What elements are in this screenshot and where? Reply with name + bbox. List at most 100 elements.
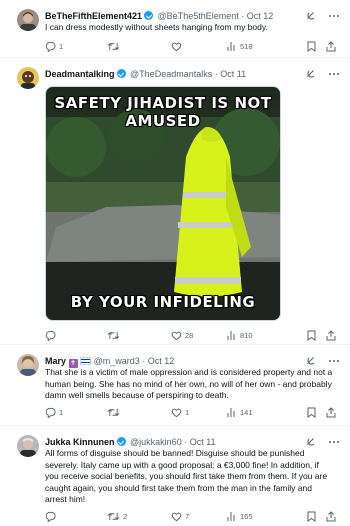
tweet-1[interactable]: BeTheFifthElement421 @BeThe5thElement · … <box>0 0 350 58</box>
like-button[interactable]: 7 <box>171 510 189 522</box>
like-count: 7 <box>185 511 190 521</box>
views-count: 518 <box>240 41 253 51</box>
separator: · <box>184 437 188 447</box>
retweet-icon <box>107 408 120 416</box>
verified-badge-icon <box>116 69 126 78</box>
like-button[interactable]: 28 <box>171 329 193 341</box>
tweet-actions: 28 810 <box>45 329 336 341</box>
share-icon[interactable] <box>326 406 336 418</box>
retweet-icon <box>107 42 120 50</box>
timestamp[interactable]: Oct 12 <box>247 11 274 21</box>
like-count: 1 <box>185 407 190 417</box>
user-handle[interactable]: @TheDeadmantalks <box>130 69 212 79</box>
share-icon[interactable] <box>326 510 336 522</box>
tweet-3[interactable]: Mary ✝ @m_ward3 · Oct 12 That she is a v… <box>0 345 350 426</box>
views-count: 141 <box>240 407 253 417</box>
avatar[interactable] <box>17 9 39 31</box>
like-icon <box>171 408 182 417</box>
reply-icon <box>45 330 56 341</box>
reply-button[interactable]: 1 <box>45 406 63 418</box>
share-icon[interactable] <box>326 329 336 341</box>
reply-icon <box>45 407 56 418</box>
verified-badge-icon <box>144 11 154 20</box>
retweet-icon <box>107 512 120 520</box>
separator: · <box>214 69 218 79</box>
views-button[interactable]: 810 <box>227 329 253 341</box>
tweet-4[interactable]: Jukka Kinnunen @jukkakin60 · Oct 11 All … <box>0 426 350 526</box>
tweet-text: I can dress modestly without sheets hang… <box>45 22 268 32</box>
retweet-button[interactable] <box>107 40 123 52</box>
more-icon[interactable] <box>328 69 340 79</box>
reply-count: 1 <box>59 41 64 51</box>
reply-button[interactable]: 1 <box>45 40 63 52</box>
like-button[interactable] <box>171 40 185 52</box>
tweet-header: Mary ✝ @m_ward3 · Oct 12 <box>45 354 340 368</box>
timestamp[interactable]: Oct 11 <box>190 437 216 447</box>
reply-button[interactable] <box>45 510 59 522</box>
display-name[interactable]: BeTheFifthElement421 <box>45 11 142 21</box>
retweet-button[interactable] <box>107 406 123 418</box>
tweet-text: That she is a victim of male oppression … <box>45 367 333 401</box>
tweet-header: Deadmantalking @TheDeadmantalks · Oct 11 <box>45 67 340 81</box>
display-name[interactable]: Deadmantalking <box>45 69 115 79</box>
retweet-icon <box>107 331 120 339</box>
like-count: 28 <box>185 330 194 340</box>
retweet-count: 2 <box>123 511 128 521</box>
views-icon <box>227 41 235 51</box>
tweet-actions: 1 518 <box>45 40 336 52</box>
display-name[interactable]: Jukka Kinnunen <box>45 437 115 447</box>
display-name[interactable]: Mary <box>45 356 66 366</box>
tweet-header: BeTheFifthElement421 @BeThe5thElement · … <box>45 9 340 23</box>
tweet-actions: 2 7 165 <box>45 510 336 522</box>
grok-icon[interactable] <box>306 437 316 447</box>
retweet-button[interactable] <box>107 329 123 341</box>
bookmark-icon[interactable] <box>307 511 316 522</box>
reply-button[interactable] <box>45 329 59 341</box>
tweet-image[interactable]: SAFETY JIHADIST IS NOT AMUSED BY YOUR IN… <box>45 86 281 321</box>
image-caption-top: SAFETY JIHADIST IS NOT AMUSED <box>46 94 280 130</box>
bookmark-icon[interactable] <box>307 330 316 341</box>
views-icon <box>227 407 235 417</box>
caption-line-2: AMUSED <box>125 112 201 130</box>
bookmark-icon[interactable] <box>307 407 316 418</box>
image-caption-bottom: BY YOUR INFIDELING <box>70 293 256 311</box>
like-icon <box>171 42 182 51</box>
grok-icon[interactable] <box>306 11 316 21</box>
timestamp[interactable]: Oct 11 <box>220 69 246 79</box>
tweet-text: All forms of disguise should be banned! … <box>45 448 328 505</box>
grok-icon[interactable] <box>306 356 316 366</box>
user-handle[interactable]: @BeThe5thElement <box>158 11 239 21</box>
views-button[interactable]: 165 <box>227 510 253 522</box>
share-icon[interactable] <box>326 40 336 52</box>
views-icon <box>227 330 235 340</box>
views-count: 810 <box>240 330 253 340</box>
flag-israel-icon <box>80 357 92 365</box>
avatar[interactable] <box>17 435 39 457</box>
like-icon <box>171 512 182 521</box>
like-icon <box>171 331 182 340</box>
reply-icon <box>45 511 56 522</box>
separator: · <box>241 11 245 21</box>
grok-icon[interactable] <box>306 69 316 79</box>
views-count: 165 <box>240 511 253 521</box>
like-button[interactable]: 1 <box>171 406 189 418</box>
user-handle[interactable]: @m_ward3 <box>94 356 140 366</box>
more-icon[interactable] <box>328 11 340 21</box>
avatar[interactable] <box>17 354 39 376</box>
timestamp[interactable]: Oct 12 <box>148 356 175 366</box>
bookmark-icon[interactable] <box>307 41 316 52</box>
more-icon[interactable] <box>328 437 340 447</box>
views-icon <box>227 511 235 521</box>
verified-badge-icon <box>116 437 126 446</box>
views-button[interactable]: 518 <box>227 40 253 52</box>
user-handle[interactable]: @jukkakin60 <box>130 437 182 447</box>
tweet-2[interactable]: Deadmantalking @TheDeadmantalks · Oct 11 <box>0 58 350 345</box>
avatar[interactable] <box>17 67 39 89</box>
reply-count: 1 <box>59 407 64 417</box>
reply-icon <box>45 41 56 52</box>
separator: · <box>142 356 146 366</box>
retweet-button[interactable]: 2 <box>107 510 127 522</box>
views-button[interactable]: 141 <box>227 406 253 418</box>
more-icon[interactable] <box>328 356 340 366</box>
caption-line-1: SAFETY JIHADIST IS NOT <box>54 94 272 112</box>
